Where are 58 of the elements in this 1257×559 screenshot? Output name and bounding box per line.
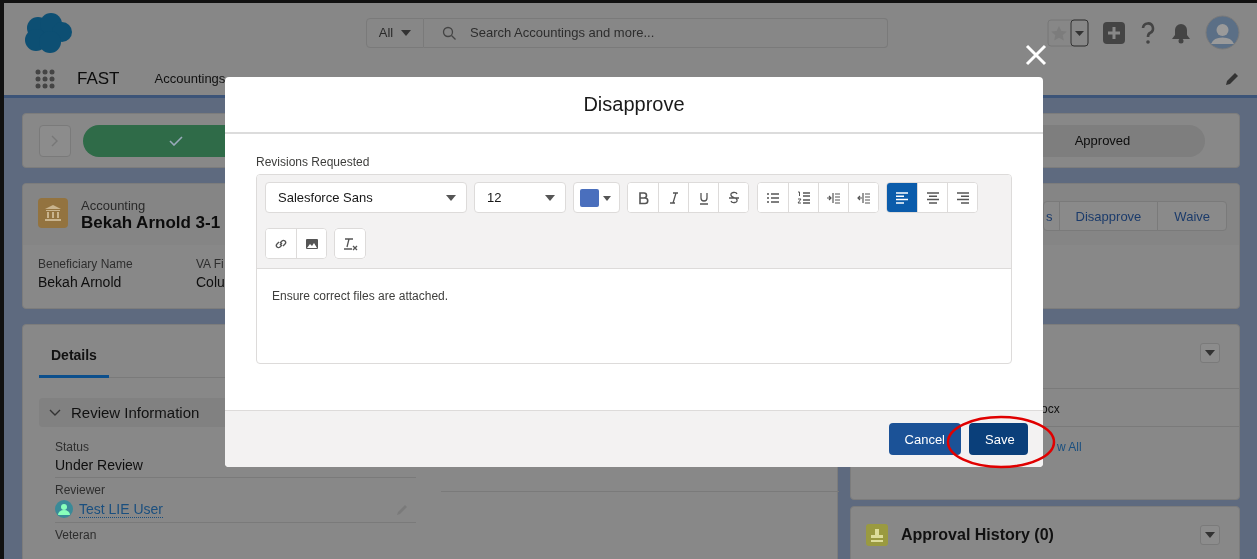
app-launcher-icon (35, 68, 55, 89)
object-type: Accounting (81, 198, 147, 213)
caret-icon (545, 194, 555, 201)
clear-formatting-icon (342, 235, 358, 252)
field-value: Bekah Arnold (38, 274, 123, 290)
field-label: Beneficiary Name (38, 257, 134, 271)
strikethrough-button[interactable] (718, 183, 748, 212)
help-icon (1139, 20, 1157, 45)
align-right-icon (954, 189, 971, 206)
card-title: Approval History (0) (901, 526, 1054, 544)
caret-icon (1205, 350, 1215, 356)
action-button[interactable]: Disapprove (1058, 201, 1159, 231)
clear-formatting-button[interactable] (334, 228, 366, 259)
numbered-list-icon (795, 189, 812, 206)
field-value: Colu (196, 274, 226, 290)
caret-icon (446, 194, 456, 201)
cloud-logo-icon (24, 11, 72, 54)
caret-icon (1205, 532, 1215, 538)
checkmark-icon (169, 135, 183, 146)
user-avatar-icon (55, 500, 73, 518)
save-button[interactable]: Save (969, 423, 1028, 455)
field-label: Reviewer (55, 483, 106, 497)
outdent-button[interactable] (848, 183, 878, 212)
caret-icon (401, 29, 412, 36)
search-scope-dropdown[interactable]: All (366, 17, 424, 48)
dropdown-button[interactable] (1200, 525, 1220, 545)
field-label: Status (55, 440, 91, 454)
align-left-icon (894, 189, 910, 206)
action-button[interactable]: Waive (1157, 201, 1227, 231)
align-left-button[interactable] (887, 183, 917, 212)
avatar-icon (1205, 15, 1240, 50)
color-swatch-icon (580, 188, 612, 207)
text-color-dropdown[interactable] (573, 182, 620, 213)
font-dropdown[interactable]: Salesforce Sans (265, 182, 467, 213)
editor-text[interactable]: Ensure correct files are attached. (257, 269, 1011, 323)
size-dropdown[interactable]: 12 (474, 182, 566, 213)
nav-tab[interactable]: Accountings (154, 71, 226, 86)
align-center-icon (924, 189, 941, 206)
view-all-link[interactable]: w All (1057, 440, 1082, 454)
align-right-button[interactable] (947, 183, 977, 212)
cancel-button[interactable]: Cancel (888, 423, 961, 455)
details-tab[interactable]: Details (39, 347, 109, 378)
chevron-icon (49, 408, 61, 417)
record-title: Bekah Arnold 3-1 (81, 213, 221, 233)
dropdown-button[interactable] (1200, 343, 1220, 363)
field-label: Veteran (55, 528, 98, 542)
image-button[interactable] (296, 229, 326, 258)
modal-title: Disapprove (583, 93, 685, 116)
search-icon (442, 25, 456, 40)
plus-icon (1103, 21, 1125, 44)
bell-icon (1171, 21, 1191, 44)
pencil-icon (1224, 70, 1240, 87)
action-button[interactable]: s (1043, 201, 1060, 231)
field-value: Under Review (55, 457, 144, 473)
field-label: VA Fi (196, 257, 225, 271)
search-field[interactable]: Search Accountings and more... (424, 17, 888, 48)
app-name: FAST (77, 68, 120, 89)
field-label: Revisions Requested (256, 155, 371, 169)
